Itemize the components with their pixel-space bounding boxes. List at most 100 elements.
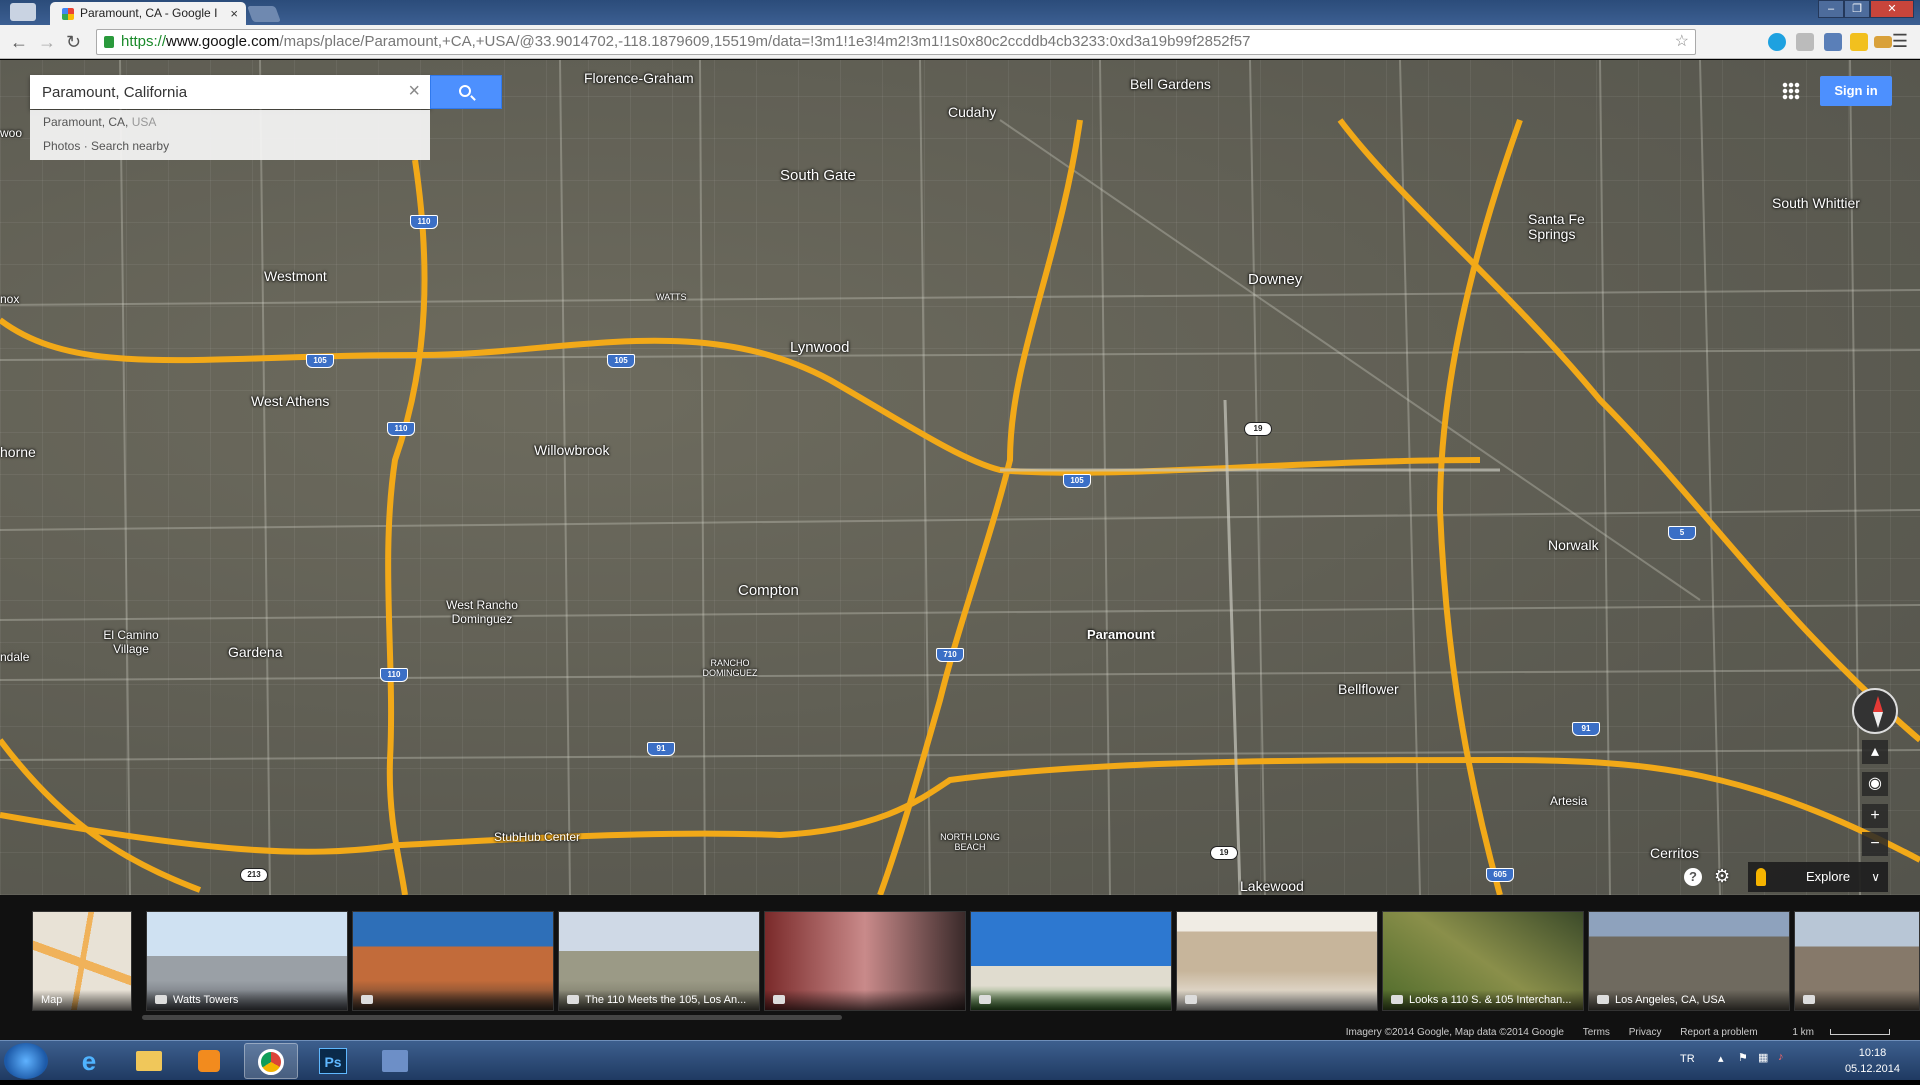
terms-link[interactable]: Terms [1583, 1027, 1610, 1038]
scale-bar[interactable]: 1 km [1776, 1027, 1890, 1038]
highway-shield: 19 [1244, 422, 1272, 436]
clear-search-icon[interactable]: × [408, 80, 420, 103]
wallet-extension-icon[interactable] [1874, 36, 1892, 48]
search-suggestions: Paramount, CA, USA Photos · Search nearb… [30, 110, 430, 160]
satellite-map[interactable]: Florence-Graham Cudahy Bell Gardens Sout… [0, 60, 1920, 895]
filmstrip-scrollbar[interactable] [142, 1015, 842, 1020]
address-bar[interactable]: https://www.google.com/maps/place/Paramo… [96, 29, 1696, 55]
place-label-paramount[interactable]: Paramount [1087, 627, 1155, 642]
close-window-button[interactable]: ✕ [1870, 0, 1914, 18]
browser-menu-icon[interactable] [10, 3, 36, 21]
place-label[interactable]: Compton [738, 582, 799, 599]
tab-close-icon[interactable]: × [230, 2, 238, 25]
place-label[interactable]: Westmont [264, 268, 327, 284]
photo-thumbnail[interactable]: Looks a 110 S. & 105 Interchan... [1382, 911, 1584, 1011]
place-label[interactable]: NORTH LONG BEACH [940, 832, 1000, 852]
browser-tab[interactable]: Paramount, CA - Google I × [50, 2, 246, 25]
search-button[interactable] [430, 75, 502, 109]
skype-extension-icon[interactable] [1768, 33, 1786, 51]
panorama-icon [1185, 995, 1197, 1004]
place-label[interactable]: Willowbrook [534, 442, 609, 458]
place-label[interactable]: West Rancho Dominguez [442, 598, 522, 626]
reload-icon[interactable]: ↻ [66, 32, 81, 53]
media-player-icon[interactable] [182, 1043, 236, 1079]
apps-grid-icon[interactable] [1782, 82, 1800, 100]
photo-thumbnail[interactable] [970, 911, 1172, 1011]
maximize-button[interactable]: ❐ [1844, 0, 1870, 18]
place-label[interactable]: Santa Fe Springs [1528, 212, 1588, 242]
clock[interactable]: 10:18 05.12.2014 [1845, 1045, 1900, 1077]
zoom-out-button[interactable]: − [1862, 832, 1888, 856]
tilt-icon[interactable]: ▴ [1862, 740, 1888, 764]
place-label[interactable]: ndale [0, 650, 29, 664]
place-label[interactable]: woo [0, 126, 22, 140]
my-location-icon[interactable]: ◉ [1862, 772, 1888, 796]
photo-thumbnail[interactable] [1794, 911, 1920, 1011]
volume-muted-icon[interactable]: ♪ [1778, 1051, 1784, 1063]
sign-in-button[interactable]: Sign in [1820, 76, 1892, 106]
chrome-taskbar-icon[interactable] [244, 1043, 298, 1079]
place-label[interactable]: El Camino Village [96, 628, 166, 656]
help-icon[interactable]: ? [1684, 868, 1702, 886]
place-label[interactable]: Artesia [1550, 794, 1587, 808]
bookmark-star-icon[interactable]: ☆ [1675, 30, 1689, 54]
report-problem-link[interactable]: Report a problem [1680, 1027, 1757, 1038]
suggestion-item[interactable]: Photos · Search nearby [30, 134, 430, 158]
place-label[interactable]: nox [0, 292, 19, 306]
photo-thumbnail[interactable] [1176, 911, 1378, 1011]
place-label[interactable]: WATTS [656, 292, 687, 302]
chrome-menu-icon[interactable]: ☰ [1892, 31, 1908, 52]
place-label[interactable]: West Athens [251, 393, 329, 409]
highway-shield: 5 [1668, 526, 1696, 540]
chart-extension-icon[interactable] [1850, 33, 1868, 51]
privacy-link[interactable]: Privacy [1629, 1027, 1662, 1038]
photo-thumbnail[interactable]: Los Angeles, CA, USA [1588, 911, 1790, 1011]
action-center-flag-icon[interactable]: ⚑ [1738, 1051, 1748, 1064]
place-label[interactable]: Lynwood [790, 339, 850, 356]
place-label[interactable]: Cerritos [1650, 845, 1699, 861]
pegman-icon[interactable] [1756, 868, 1766, 886]
place-label[interactable]: Bellflower [1338, 681, 1399, 697]
search-input[interactable] [30, 75, 380, 109]
place-label[interactable]: Gardena [228, 644, 282, 660]
zoom-in-button[interactable]: + [1862, 804, 1888, 828]
photo-thumbnail[interactable]: The 110 Meets the 105, Los An... [558, 911, 760, 1011]
new-tab-button[interactable] [247, 6, 281, 22]
show-hidden-icons-icon[interactable]: ▴ [1718, 1052, 1724, 1065]
search-icon [459, 85, 471, 97]
place-label[interactable]: Downey [1248, 271, 1302, 288]
back-arrow-icon[interactable]: ← [10, 32, 28, 53]
minimize-button[interactable]: – [1818, 0, 1844, 18]
network-icon[interactable]: ▦ [1758, 1051, 1768, 1064]
language-indicator[interactable]: TR [1680, 1053, 1695, 1065]
place-label[interactable]: horne [0, 444, 36, 460]
photo-thumbnail[interactable] [352, 911, 554, 1011]
place-label[interactable]: South Gate [780, 167, 856, 184]
map-thumbnail[interactable]: Map [32, 911, 132, 1011]
place-label[interactable]: Norwalk [1548, 537, 1599, 553]
file-explorer-icon[interactable] [122, 1043, 176, 1079]
place-label[interactable]: RANCHO DOMINGUEZ [700, 658, 760, 678]
place-label[interactable]: South Whittier [1772, 195, 1860, 211]
compass-icon[interactable] [1852, 688, 1898, 734]
explore-button[interactable]: Explore ∨ [1748, 862, 1888, 892]
settings-gear-icon[interactable]: ⚙ [1714, 866, 1730, 887]
place-label[interactable]: Bell Gardens [1130, 76, 1211, 92]
imagery-filmstrip: Map Watts Towers The 110 Meets the 105, … [0, 895, 1920, 1040]
photo-thumbnail[interactable] [764, 911, 966, 1011]
place-label[interactable]: Cudahy [948, 104, 996, 120]
photoshop-icon[interactable]: Ps [306, 1043, 360, 1079]
place-label-stubhub[interactable]: StubHub Center [494, 830, 580, 844]
place-label[interactable]: Lakewood [1240, 878, 1304, 894]
start-button[interactable] [4, 1043, 48, 1079]
chevron-down-icon: ∨ [1871, 870, 1880, 884]
forward-arrow-icon[interactable]: → [38, 32, 56, 53]
suggestion-item[interactable]: Paramount, CA, USA [30, 110, 430, 134]
screen-capture-extension-icon[interactable] [1824, 33, 1842, 51]
shield-extension-icon[interactable] [1796, 33, 1814, 51]
internet-explorer-icon[interactable]: e [62, 1043, 116, 1079]
place-label[interactable]: Florence-Graham [584, 70, 694, 86]
network-app-icon[interactable] [368, 1043, 422, 1079]
highway-shield: 105 [1063, 474, 1091, 488]
photo-thumbnail[interactable]: Watts Towers [146, 911, 348, 1011]
